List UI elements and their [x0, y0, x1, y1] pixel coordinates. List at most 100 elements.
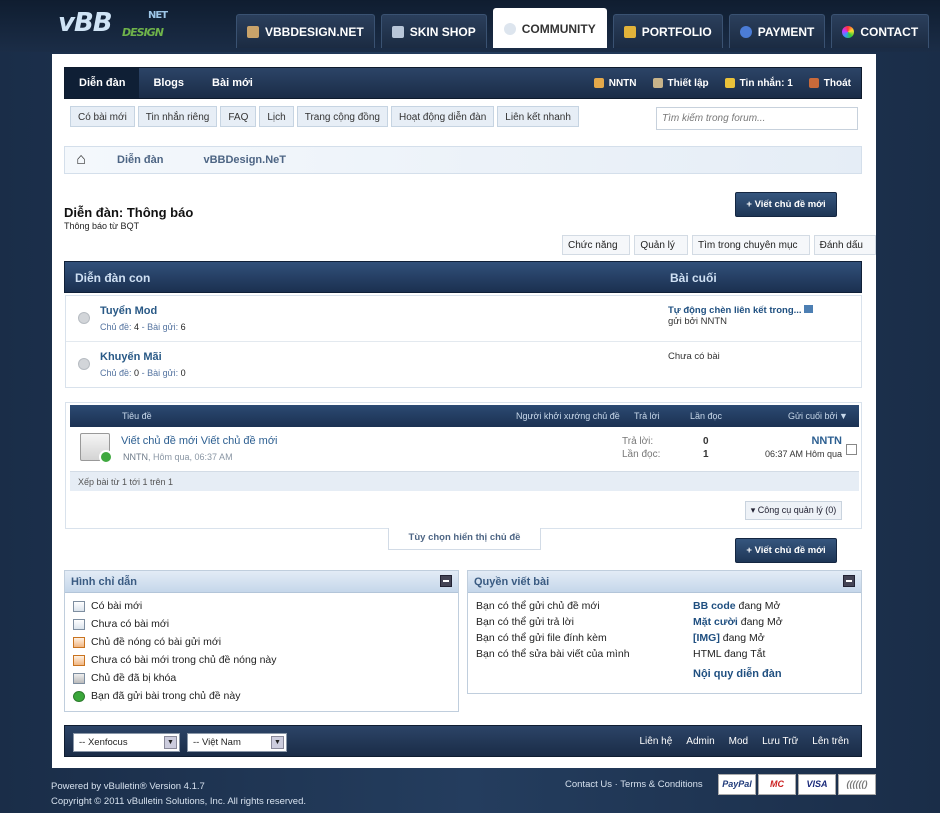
messages-link[interactable]: Tin nhắn: 1: [724, 78, 793, 89]
tools-functions[interactable]: Chức năng ▾: [562, 235, 631, 271]
hot-thread-icon: [73, 636, 85, 648]
logout-link[interactable]: Thoát: [808, 78, 851, 89]
color-wheel-icon: [842, 25, 855, 38]
top-header: vBB NET DESIGN VBBDESIGN.NET SKIN SHOP COM…: [0, 0, 940, 52]
subforum-title[interactable]: Tuyển Mod: [100, 305, 157, 317]
home-icon[interactable]: ⌂: [65, 151, 97, 169]
nav-community[interactable]: COMMUNITY: [492, 8, 607, 48]
user-link[interactable]: NNTN: [593, 78, 637, 89]
nav-contact[interactable]: CONTACT: [831, 14, 930, 48]
subforum-title[interactable]: Khuyến Mãi: [100, 351, 162, 363]
breadcrumb: ⌂ Diễn đàn vBBDesign.NeT: [64, 146, 862, 174]
footer-archive[interactable]: Lưu Trữ: [762, 736, 798, 747]
logout-icon: [808, 78, 819, 88]
user-icon: [593, 78, 604, 88]
collapse-icon[interactable]: [843, 575, 855, 587]
forum-navbar: Diễn đàn Blogs Bài mới NNTN Thiết lập Ti…: [64, 67, 862, 99]
breadcrumb-site[interactable]: vBBDesign.NeT: [183, 154, 306, 166]
settings-link[interactable]: Thiết lập: [652, 78, 709, 89]
nav-payment[interactable]: PAYMENT: [728, 14, 826, 48]
footer-mod[interactable]: Mod: [729, 736, 748, 747]
new-thread-button-bottom[interactable]: + Viết chủ đề mới: [735, 538, 837, 563]
status-icon: [78, 312, 90, 324]
tab-forum[interactable]: Diễn đàn: [65, 68, 140, 98]
site-logo[interactable]: vBB NET DESIGN: [58, 8, 178, 44]
bell-icon: [724, 78, 735, 88]
nav-skin-shop[interactable]: SKIN SHOP: [380, 14, 487, 48]
list-item: Khuyến Mãi Chủ đề: 0 - Bài gửi: 0 Chưa c…: [66, 342, 861, 388]
forum-tools: Chức năng ▾ Quản lý ▾ Tìm trong chuyên m…: [562, 235, 876, 271]
table-row: Viết chủ đề mới Viết chủ đề mới NNTN, Hô…: [70, 430, 859, 468]
last-post-link[interactable]: Tự động chèn liên kết trong...: [668, 305, 802, 316]
thread-count: Xếp bài từ 1 tới 1 trên 1: [70, 471, 859, 491]
tab-blogs[interactable]: Blogs: [139, 68, 198, 98]
mastercard-icon: MC: [758, 774, 796, 795]
footer-admin[interactable]: Admin: [686, 736, 714, 747]
list-item: Tuyển Mod Chủ đề: 4 - Bài gửi: 6 Tự động…: [66, 296, 861, 342]
payment-cards: PayPal MC VISA ((((((): [718, 774, 876, 795]
collapse-icon[interactable]: [440, 575, 452, 587]
legend-box: Hình chỉ dẫn Có bài mới Chưa có bài mới …: [64, 570, 459, 712]
lock-icon: [73, 672, 85, 684]
contact-us-link[interactable]: Contact Us: [565, 779, 612, 790]
bbcode-link[interactable]: BB code: [693, 600, 736, 612]
main-nav: VBBDESIGN.NET SKIN SHOP COMMUNITY PORTFO…: [236, 8, 930, 48]
arrow-icon[interactable]: [804, 305, 814, 313]
terms-link[interactable]: Terms & Conditions: [620, 779, 702, 790]
style-select[interactable]: -- Xenfocus ▼: [73, 733, 180, 752]
footer-top[interactable]: Lên trên: [812, 736, 849, 747]
home-icon: [247, 25, 259, 38]
subnav-pm[interactable]: Tin nhắn riêng: [137, 106, 218, 127]
page-title: Diễn đàn: Thông báo: [64, 205, 194, 220]
user-icon: [623, 25, 636, 38]
subnav-new[interactable]: Có bài mới: [70, 106, 135, 127]
thread-list: Tiêu đề Người khởi xướng chủ đề Trả lời …: [65, 402, 862, 529]
forum-rules-link[interactable]: Nội quy diễn đàn: [693, 668, 782, 680]
legend-item: Bạn đã gửi bài trong chủ đề này: [73, 687, 450, 705]
footer-bar: -- Xenfocus ▼ -- Việt Nam ▼ Liên hệ Admin …: [64, 725, 862, 757]
forum-description: Thông báo từ BQT: [64, 221, 140, 231]
subnav-quicklinks[interactable]: Liên kết nhanh: [497, 106, 579, 127]
new-thread-button[interactable]: + Viết chủ đề mới: [735, 192, 837, 217]
subnav-activity[interactable]: Hoạt động diễn đàn: [390, 106, 495, 127]
sub-nav: Có bài mới Tin nhắn riêng FAQ Lịch Trang…: [70, 106, 579, 127]
paypal-icon: PayPal: [718, 774, 756, 795]
legend-item: Chủ đề đã bị khóa: [73, 669, 450, 687]
new-posts-icon: [73, 600, 85, 612]
hot-thread-old-icon: [73, 654, 85, 666]
img-link[interactable]: [IMG]: [693, 632, 720, 644]
status-icon: [78, 358, 90, 370]
language-select[interactable]: -- Việt Nam ▼: [187, 733, 287, 752]
thread-checkbox[interactable]: [846, 444, 857, 455]
smilies-link[interactable]: Mặt cười: [693, 616, 738, 628]
legend-item: Chưa có bài mới trong chủ đề nóng này: [73, 651, 450, 669]
display-options-tab[interactable]: Tùy chọn hiển thị chủ đề: [388, 528, 541, 550]
footer-links: Contact Us · Terms & Conditions: [565, 779, 703, 790]
footer-contact[interactable]: Liên hệ: [639, 736, 672, 747]
tools-search[interactable]: Tìm trong chuyên mục ▾: [692, 235, 810, 271]
tab-new-posts[interactable]: Bài mới: [198, 68, 267, 98]
nav-vbbdesign[interactable]: VBBDESIGN.NET: [236, 14, 375, 48]
visa-icon: VISA: [798, 774, 836, 795]
tools-mark[interactable]: Đánh dấu ▾: [813, 235, 876, 271]
envelope-icon: [80, 433, 113, 464]
nav-portfolio[interactable]: PORTFOLIO: [612, 14, 723, 48]
subnav-community[interactable]: Trang cộng đồng: [296, 106, 388, 127]
last-poster[interactable]: NNTN: [811, 435, 842, 447]
legend-item: Có bài mới: [73, 597, 450, 615]
breadcrumb-forum[interactable]: Diễn đàn: [97, 154, 183, 166]
posted-icon: [73, 690, 85, 702]
search-input[interactable]: Tìm kiếm trong forum...: [656, 107, 858, 130]
card-icon: ((((((): [838, 774, 876, 795]
subforum-list: Tuyển Mod Chủ đề: 4 - Bài gửi: 6 Tự động…: [65, 295, 862, 388]
legend-item: Chưa có bài mới: [73, 615, 450, 633]
thread-title[interactable]: Viết chủ đề mới Viết chủ đề mới: [121, 435, 278, 447]
copyright: Powered by vBulletin® Version 4.1.7 Copyr…: [51, 781, 307, 807]
subnav-faq[interactable]: FAQ: [220, 106, 257, 127]
shop-icon: [391, 25, 404, 38]
tools-manage[interactable]: Quản lý ▾: [634, 235, 689, 271]
content-page: Diễn đàn Blogs Bài mới NNTN Thiết lập Ti…: [52, 54, 876, 768]
settings-icon: [652, 78, 663, 88]
mod-tools-button[interactable]: ▾ Công cụ quản lý (0): [745, 501, 842, 520]
subnav-calendar[interactable]: Lịch: [259, 106, 294, 127]
